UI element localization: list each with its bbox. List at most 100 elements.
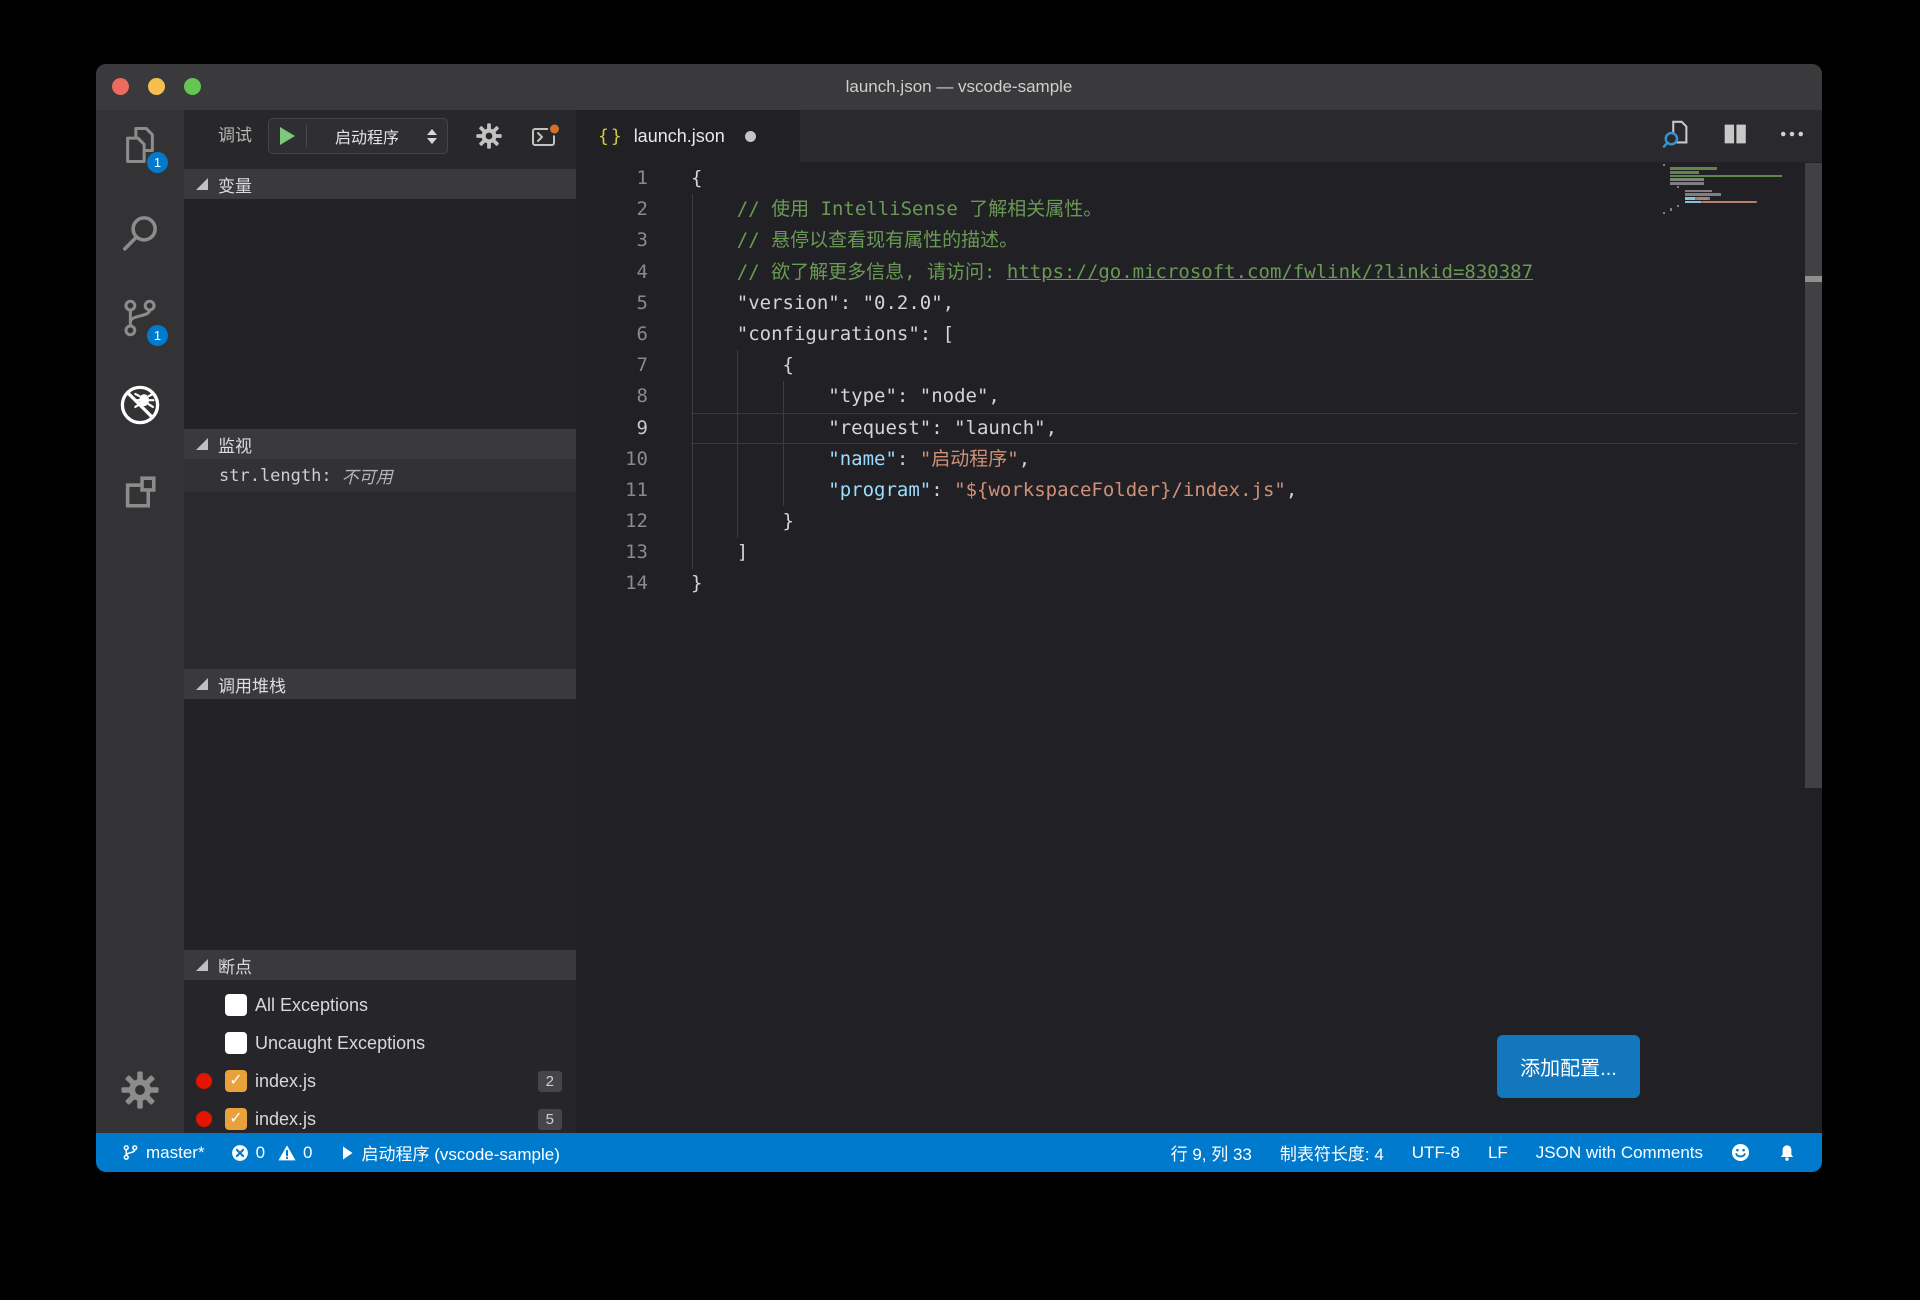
debug-toolbar: 调试 启动程序 (184, 110, 576, 162)
problems-status[interactable]: 0 0 (231, 1143, 313, 1163)
sidebar-item-debug-active[interactable] (118, 383, 162, 427)
breakpoint-row[interactable]: index.js 5 (184, 1100, 576, 1133)
breakpoint-row[interactable]: index.js 2 (184, 1062, 576, 1100)
select-arrows-icon (427, 129, 437, 144)
sidebar-item-explorer[interactable]: 1 (118, 123, 162, 167)
line-number[interactable]: 14 (576, 568, 648, 599)
tab-size-status[interactable]: 制表符长度: 4 (1280, 1140, 1384, 1165)
watch-expression: str.length: (219, 466, 332, 486)
watch-expression-row[interactable]: str.length: 不可用 (184, 459, 576, 492)
code-line[interactable]: ] (691, 537, 1798, 568)
line-number[interactable]: 10 (576, 444, 648, 475)
twistie-expanded-icon (196, 678, 208, 690)
breakpoint-row[interactable]: Uncaught Exceptions (184, 1024, 576, 1062)
open-changes-button[interactable] (1662, 118, 1692, 155)
launch-status-label: 启动程序 (vscode-sample) (362, 1140, 560, 1165)
checkbox[interactable] (225, 1108, 247, 1130)
error-count: 0 (256, 1143, 265, 1163)
debug-launch-status[interactable]: 启动程序 (vscode-sample) (339, 1140, 560, 1165)
line-number[interactable]: 12 (576, 506, 648, 537)
start-debug-icon[interactable] (280, 127, 295, 145)
line-number[interactable]: 6 (576, 319, 648, 350)
code-line[interactable]: { (691, 350, 1798, 381)
launch-config-name: 启动程序 (307, 124, 427, 148)
line-number[interactable]: 5 (576, 288, 648, 319)
language-mode-status[interactable]: JSON with Comments (1536, 1143, 1703, 1163)
line-number[interactable]: 11 (576, 475, 648, 506)
line-number[interactable]: 3 (576, 225, 648, 256)
variables-body[interactable] (184, 199, 576, 429)
editor-actions (1662, 110, 1806, 162)
code-line[interactable]: // 悬停以查看现有属性的描述。 (691, 225, 1798, 256)
debug-sidebar: 调试 启动程序 (184, 110, 576, 1133)
window-title: launch.json — vscode-sample (96, 64, 1822, 110)
search-icon (118, 211, 162, 255)
code-line[interactable]: "configurations": [ (691, 319, 1798, 350)
line-number[interactable]: 13 (576, 537, 648, 568)
tab-launch-json[interactable]: {} launch.json (576, 110, 800, 162)
git-branch-status[interactable]: master* (122, 1143, 205, 1163)
code-line[interactable]: } (691, 568, 1798, 599)
code-line[interactable]: "name": "启动程序", (691, 444, 1798, 475)
breakpoint-line-badge: 2 (538, 1071, 562, 1092)
code-line[interactable]: { (691, 163, 1798, 194)
encoding-status[interactable]: UTF-8 (1412, 1143, 1460, 1163)
notifications-button[interactable] (1778, 1144, 1796, 1162)
code-line[interactable]: } (691, 506, 1798, 537)
modified-dot-icon[interactable] (745, 131, 756, 142)
sidebar-item-source-control[interactable]: 1 (118, 296, 162, 340)
breakpoint-label: index.js (255, 1071, 538, 1092)
minimap[interactable] (1663, 163, 1805, 223)
explorer-badge: 1 (147, 152, 168, 173)
debug-console-button[interactable] (530, 121, 560, 151)
call-stack-body[interactable] (184, 699, 576, 950)
settings-gear-button[interactable] (118, 1068, 162, 1112)
line-number[interactable]: 8 (576, 381, 648, 412)
configure-gear-button[interactable] (474, 121, 504, 151)
more-actions-button[interactable] (1778, 120, 1806, 153)
line-number[interactable]: 7 (576, 350, 648, 381)
language-mode: JSON with Comments (1536, 1143, 1703, 1163)
checkbox[interactable] (225, 1032, 247, 1054)
section-header-watch[interactable]: 监视 (184, 429, 576, 459)
breakpoint-label: index.js (255, 1109, 538, 1130)
breakpoint-dot-icon (196, 1073, 212, 1089)
code-line[interactable]: // 欲了解更多信息, 请访问: https://go.microsoft.co… (691, 257, 1798, 288)
code-line[interactable]: "version": "0.2.0", (691, 288, 1798, 319)
section-header-call-stack[interactable]: 调用堆栈 (184, 669, 576, 699)
code-line[interactable]: "type": "node", (691, 381, 1798, 412)
error-icon (231, 1144, 249, 1162)
line-number[interactable]: 9 (576, 413, 648, 444)
scrollbar-thumb[interactable] (1805, 276, 1822, 282)
code-line[interactable]: // 使用 IntelliSense 了解相关属性。 (691, 194, 1798, 225)
scrollbar[interactable] (1805, 163, 1822, 788)
code-line[interactable]: "request": "launch", (691, 413, 1798, 444)
split-editor-button[interactable] (1720, 119, 1750, 154)
sidebar-item-search[interactable] (118, 211, 162, 255)
eol-status[interactable]: LF (1488, 1143, 1508, 1163)
add-configuration-button[interactable]: 添加配置... (1497, 1035, 1640, 1098)
minimap-content (1663, 163, 1805, 215)
sidebar-item-extensions[interactable] (118, 470, 162, 514)
breakpoint-row[interactable]: All Exceptions (184, 986, 576, 1024)
checkbox[interactable] (225, 1070, 247, 1092)
twistie-expanded-icon (196, 959, 208, 971)
line-number[interactable]: 4 (576, 257, 648, 288)
tab-label: launch.json (634, 126, 725, 147)
tab-size: 制表符长度: 4 (1280, 1140, 1384, 1165)
code-line[interactable]: "program": "${workspaceFolder}/index.js"… (691, 475, 1798, 506)
feedback-button[interactable] (1731, 1143, 1750, 1162)
section-title: 变量 (218, 172, 252, 197)
cursor-position-status[interactable]: 行 9, 列 33 (1171, 1140, 1252, 1165)
title-bar[interactable]: launch.json — vscode-sample (96, 64, 1822, 110)
launch-config-select[interactable]: 启动程序 (268, 118, 448, 154)
section-header-variables[interactable]: 变量 (184, 169, 576, 199)
extensions-icon (118, 470, 162, 514)
section-header-breakpoints[interactable]: 断点 (184, 950, 576, 980)
gutter[interactable]: 1234567891011121314 (576, 163, 648, 600)
minimap-line (1663, 211, 1805, 215)
checkbox[interactable] (225, 994, 247, 1016)
activity-bar: 1 1 (96, 110, 184, 1133)
line-number[interactable]: 2 (576, 194, 648, 225)
line-number[interactable]: 1 (576, 163, 648, 194)
